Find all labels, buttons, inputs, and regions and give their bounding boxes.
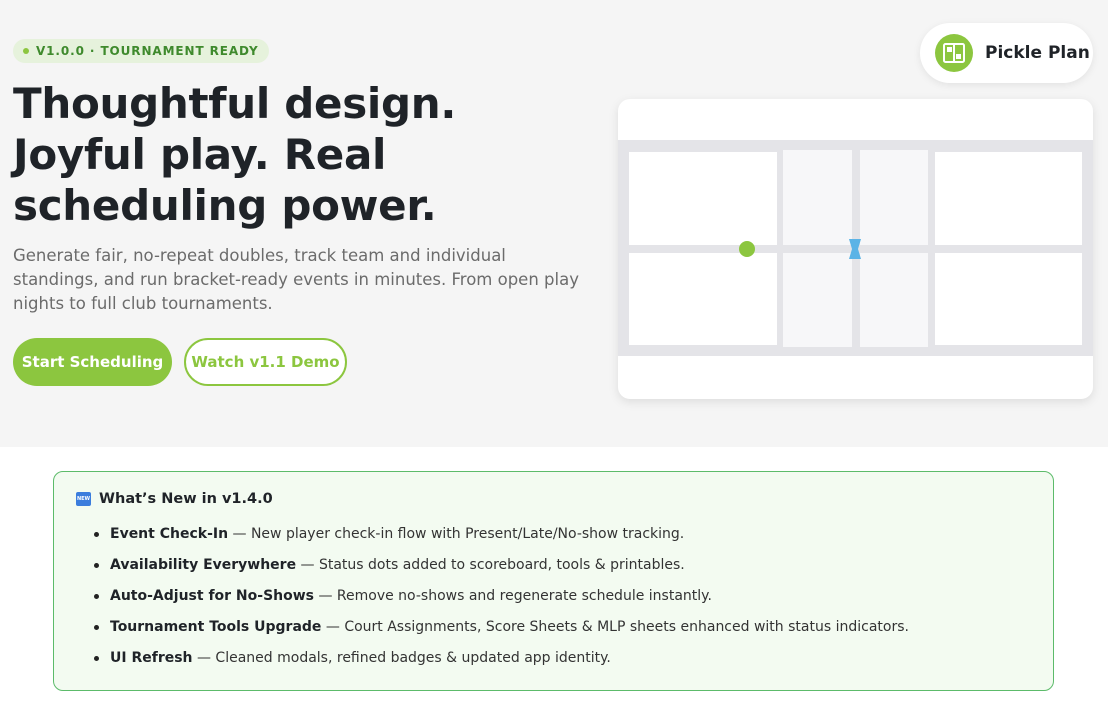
list-item: Event Check-In — New player check-in flo…	[92, 524, 909, 555]
item-text: — Court Assignments, Score Sheets & MLP …	[321, 619, 909, 635]
item-title: UI Refresh	[110, 650, 193, 666]
hero-section: V1.0.0 · TOURNAMENT READY Thoughtful des…	[0, 0, 1108, 447]
hero-headline: Thoughtful design. Joyful play. Real sch…	[13, 79, 457, 230]
ball-icon	[739, 241, 755, 257]
new-badge-icon: NEW	[76, 492, 91, 506]
hero-subtext: Generate fair, no-repeat doubles, track …	[13, 246, 579, 313]
item-title: Tournament Tools Upgrade	[110, 619, 322, 635]
court-logo-icon	[935, 34, 973, 72]
item-title: Availability Everywhere	[110, 557, 297, 573]
list-item: Auto-Adjust for No-Shows — Remove no-sho…	[92, 586, 909, 617]
item-text: — Remove no-shows and regenerate schedul…	[314, 588, 712, 604]
item-text: — New player check-in flow with Present/…	[228, 526, 685, 542]
list-item: Tournament Tools Upgrade — Court Assignm…	[92, 617, 909, 648]
brand-pill[interactable]: Pickle Plan	[920, 23, 1093, 83]
whats-new-header: NEW What’s New in v1.4.0	[76, 491, 273, 507]
brand-name: Pickle Plan	[985, 43, 1090, 63]
court-graphic	[618, 140, 1093, 356]
court-illustration	[618, 99, 1093, 399]
item-text: — Status dots added to scoreboard, tools…	[296, 557, 685, 573]
whats-new-title: What’s New in v1.4.0	[99, 491, 273, 507]
watch-demo-button[interactable]: Watch v1.1 Demo	[184, 338, 347, 386]
version-badge: V1.0.0 · TOURNAMENT READY	[13, 39, 269, 63]
item-text: — Cleaned modals, refined badges & updat…	[192, 650, 611, 666]
start-scheduling-button[interactable]: Start Scheduling	[13, 338, 172, 386]
list-item: UI Refresh — Cleaned modals, refined bad…	[92, 648, 909, 679]
item-title: Event Check-In	[110, 526, 229, 542]
version-badge-label: V1.0.0 · TOURNAMENT READY	[36, 44, 259, 58]
whats-new-panel: NEW What’s New in v1.4.0 Event Check-In …	[53, 471, 1054, 691]
item-title: Auto-Adjust for No-Shows	[110, 588, 315, 604]
badge-dot	[23, 48, 29, 54]
whats-new-list: Event Check-In — New player check-in flo…	[92, 524, 909, 679]
list-item: Availability Everywhere — Status dots ad…	[92, 555, 909, 586]
